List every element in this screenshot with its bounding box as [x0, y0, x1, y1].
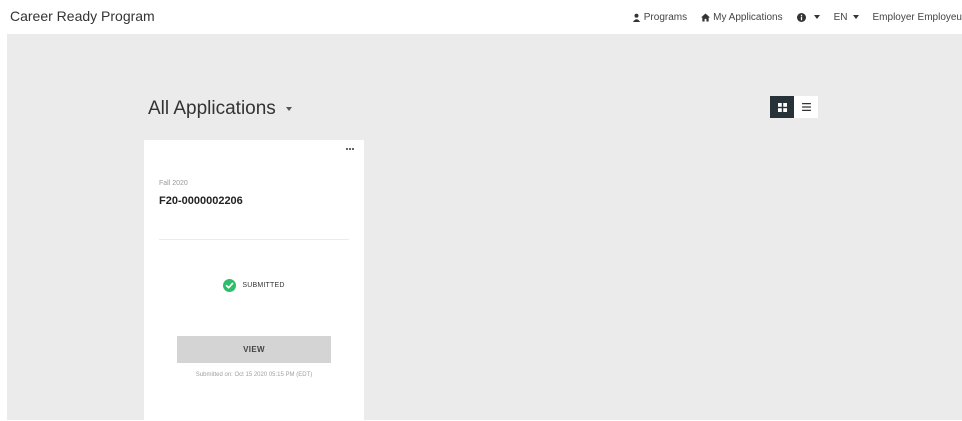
view-toggle: [770, 96, 818, 118]
list-icon: [801, 103, 811, 111]
list-view-button[interactable]: [794, 96, 818, 118]
language-label: EN: [833, 11, 848, 23]
application-term: Fall 2020: [159, 180, 188, 187]
nav-programs[interactable]: Programs: [632, 12, 687, 23]
view-button[interactable]: VIEW: [177, 336, 331, 363]
language-dropdown[interactable]: EN: [834, 12, 859, 23]
chevron-down-icon: [852, 15, 859, 19]
main-content: All Applications Fall 2020 F20-000000220…: [7, 34, 962, 421]
applications-filter-dropdown[interactable]: All Applications: [148, 98, 292, 120]
ellipsis-icon[interactable]: [346, 148, 354, 150]
info-circle-icon: [796, 12, 806, 22]
top-navbar: Career Ready Program Programs My Applica…: [0, 0, 962, 34]
nav-my-applications[interactable]: My Applications: [701, 11, 783, 23]
user-menu[interactable]: Employer Employeu: [873, 12, 962, 23]
chevron-down-icon: [813, 15, 820, 19]
help-dropdown[interactable]: [796, 12, 820, 22]
divider: [159, 239, 349, 240]
status-label: SUBMITTED: [242, 282, 285, 289]
user-name: Employer Employeu: [872, 11, 962, 23]
graduate-icon: [632, 13, 640, 22]
nav-programs-label: Programs: [643, 11, 688, 23]
application-id: F20-0000002206: [159, 195, 243, 207]
home-icon: [701, 12, 711, 22]
page-title: All Applications: [148, 98, 276, 119]
nav-menu: Programs My Applications EN Employer Emp…: [618, 0, 962, 34]
submitted-timestamp: Submitted on: Oct 15 2020 05:15 PM (EDT): [195, 372, 313, 378]
nav-my-applications-label: My Applications: [713, 11, 783, 23]
grid-icon: [777, 102, 787, 112]
application-card: Fall 2020 F20-0000002206 SUBMITTED VIEW …: [144, 140, 364, 421]
app-title[interactable]: Career Ready Program: [10, 8, 155, 24]
status-badge: SUBMITTED: [144, 279, 364, 292]
grid-view-button[interactable]: [770, 96, 794, 118]
chevron-down-icon: [285, 107, 292, 111]
check-circle-icon: [223, 279, 237, 292]
